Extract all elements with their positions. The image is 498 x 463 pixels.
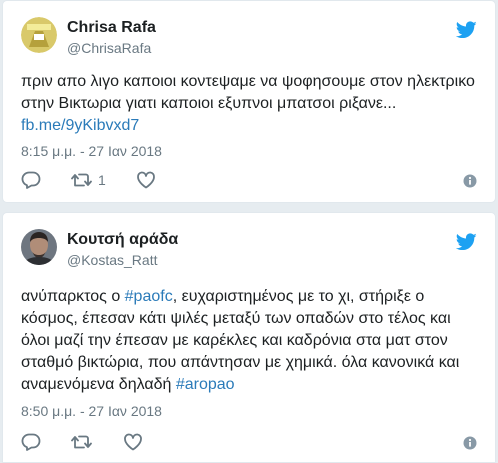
tweet-text: πριν απο λιγο καποιοι κοντεψαμε να ψοφησ…	[21, 71, 481, 137]
reply-button[interactable]	[21, 433, 41, 451]
avatar-image	[21, 17, 57, 53]
twitter-bird-icon[interactable]	[456, 233, 477, 251]
like-icon	[124, 433, 142, 451]
reply-icon	[21, 433, 41, 451]
tweet-card: Κουτσή αράδα @Kostas_Ratt ανύπαρκτος ο #…	[2, 212, 496, 463]
tweet-text-line: πριν απο λιγο καποιοι κοντεψαμε να ψοφησ…	[21, 73, 475, 90]
like-button[interactable]	[136, 171, 156, 189]
tweet-text-line: στην Βικτωρια γιατι καποιοι εξυπνοι μπατ…	[21, 95, 397, 112]
like-button[interactable]	[123, 433, 143, 451]
retweet-icon	[71, 435, 92, 449]
retweet-button[interactable]	[71, 434, 93, 450]
retweet-icon	[71, 173, 92, 187]
author-name[interactable]: Κουτσή αράδα	[67, 231, 178, 249]
retweet-count: 1	[98, 172, 106, 188]
tweet-timestamp[interactable]: 8:50 μ.μ. - 27 Ιαν 2018	[21, 403, 162, 419]
hashtag-link[interactable]: #aropao	[176, 376, 235, 393]
author-handle[interactable]: @Kostas_Ratt	[67, 252, 157, 268]
info-icon[interactable]	[463, 174, 477, 188]
author-handle[interactable]: @ChrisaRafa	[67, 40, 151, 56]
tweet-timestamp[interactable]: 8:15 μ.μ. - 27 Ιαν 2018	[21, 143, 162, 159]
tweet-actions	[21, 431, 173, 453]
like-icon	[136, 171, 155, 189]
author-name[interactable]: Chrisa Rafa	[67, 19, 156, 37]
info-icon[interactable]	[463, 436, 477, 450]
reply-button[interactable]	[21, 171, 41, 189]
tweet-text-segment: ανύπαρκτος ο	[21, 288, 125, 305]
avatar[interactable]	[21, 229, 57, 265]
tweet-text: ανύπαρκτος ο #paofc, ευχαριστημένος με τ…	[21, 286, 481, 396]
tweet-card: Chrisa Rafa @ChrisaRafa πριν απο λιγο κα…	[2, 0, 496, 203]
twitter-bird-icon[interactable]	[456, 21, 477, 39]
avatar-image	[21, 229, 57, 265]
hashtag-link[interactable]: #paofc	[125, 288, 173, 305]
avatar[interactable]	[21, 17, 57, 53]
tweet-link[interactable]: fb.me/9yKibvxd7	[21, 117, 139, 134]
reply-icon	[21, 171, 41, 189]
retweet-button[interactable]: 1	[71, 172, 106, 188]
tweet-actions: 1	[21, 169, 186, 191]
